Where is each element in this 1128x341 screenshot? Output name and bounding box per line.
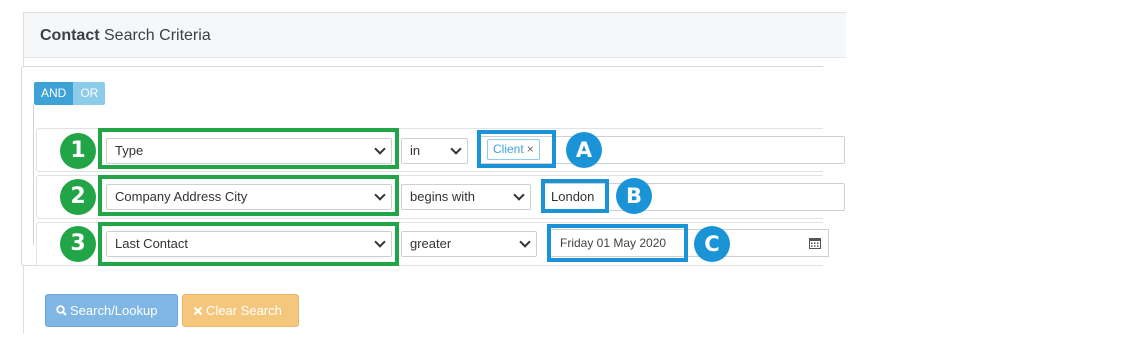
panel-title-bold: Contact [40,27,100,44]
value-badge-a: A [566,132,602,168]
search-lookup-label: Search/Lookup [70,303,158,318]
or-button[interactable]: OR [73,82,106,105]
clear-search-label: Clear Search [206,303,282,318]
annotation-box-2 [98,175,399,216]
and-button[interactable]: AND [34,82,74,105]
annotation-box-3 [98,222,399,266]
chevron-down-icon [450,143,462,155]
value-badge-b: B [616,178,652,214]
annotation-box-a [477,130,556,168]
value-badge-c: C [694,226,730,262]
panel-title-rest: Search Criteria [99,27,211,44]
rule-3-operator-select[interactable]: greater [401,231,537,257]
panel-title: Contact Search Criteria [40,27,211,45]
search-lookup-button[interactable]: Search/Lookup [45,294,178,327]
step-badge-1: 1 [60,133,96,169]
rule-3-operator-value: greater [410,236,452,251]
search-icon [56,305,67,316]
annotation-box-b [541,179,609,213]
rule-1-operator-value: in [410,143,421,158]
conjunction-toggle: AND OR [34,82,106,105]
panel-header: Contact Search Criteria [24,13,846,58]
step-badge-2: 2 [60,179,96,215]
rules-connector-line [33,105,34,245]
rule-2-operator-select[interactable]: begins with [401,184,531,210]
chevron-down-icon [519,236,531,248]
chevron-down-icon [513,189,525,201]
close-icon [193,306,203,315]
annotation-box-1 [98,128,399,169]
annotation-box-c [547,224,688,262]
rule-1-operator-select[interactable]: in [401,138,468,164]
calendar-icon [808,238,821,249]
step-badge-3: 3 [60,226,96,262]
rule-2-operator-value: begins with [410,189,476,204]
clear-search-button[interactable]: Clear Search [182,294,299,327]
calendar-button[interactable] [801,229,829,257]
